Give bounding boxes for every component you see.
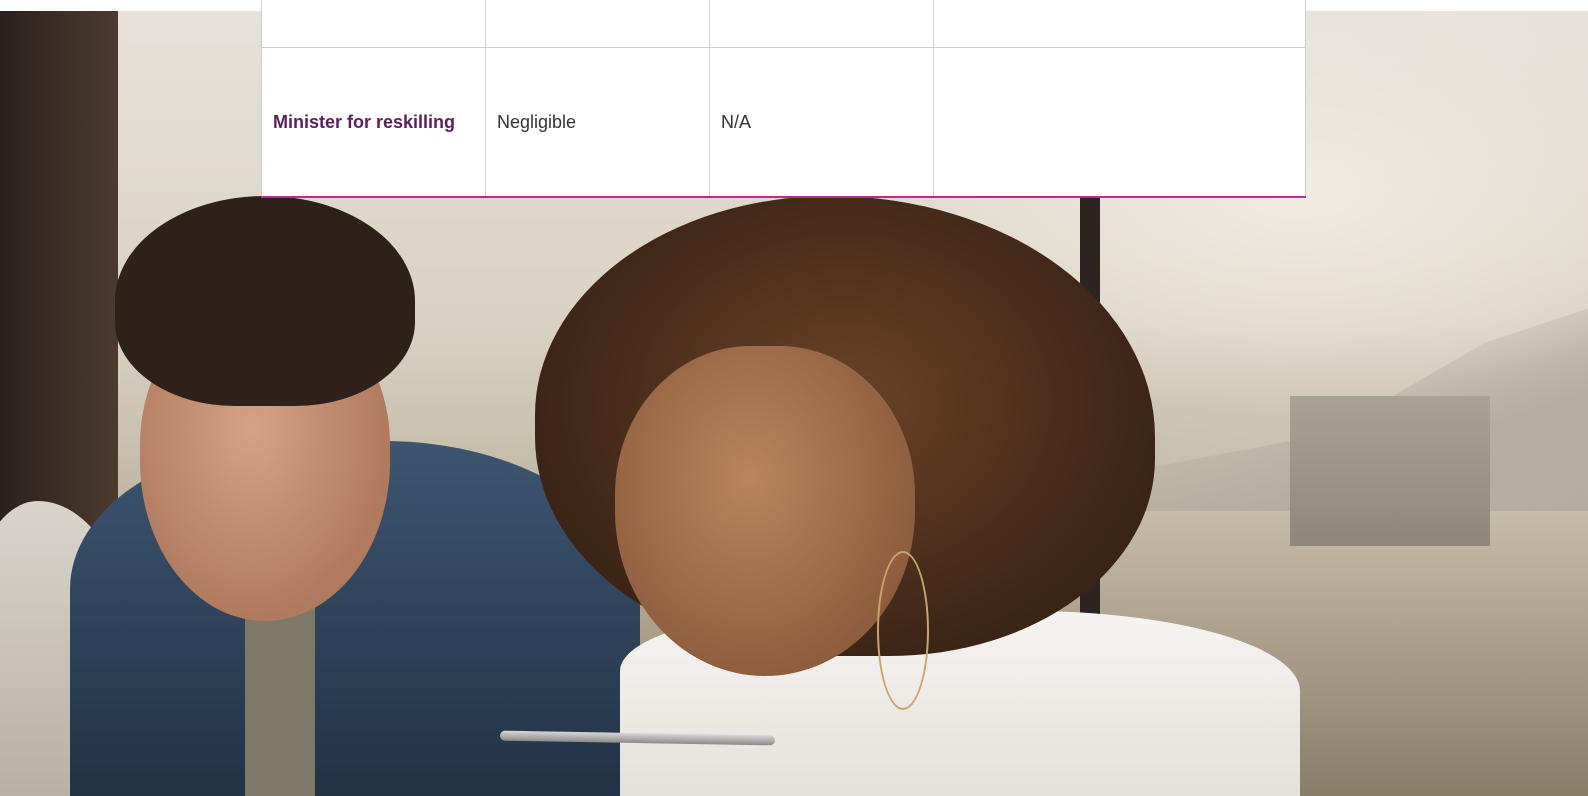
table-cell [710,0,934,47]
table-cell-label [261,0,486,47]
table-cell [934,0,1306,47]
photo-man-hair [115,196,415,406]
row-label: Minister for reskilling [273,111,456,132]
table-cell: N/A [710,48,934,196]
table-cell [934,48,1306,196]
table-row [261,0,1306,48]
document-page: Minister for reskilling Negligible N/A [0,0,1588,796]
photo-building [1290,396,1490,546]
photo-man-shirt [245,601,315,796]
photo-earring [877,551,929,710]
table-cell-label: Minister for reskilling [261,48,486,196]
data-table: Minister for reskilling Negligible N/A [261,0,1306,198]
photo-woman-face [615,346,915,676]
table-cell [486,0,710,47]
table-row: Minister for reskilling Negligible N/A [261,48,1306,196]
table-cell: Negligible [486,48,710,196]
